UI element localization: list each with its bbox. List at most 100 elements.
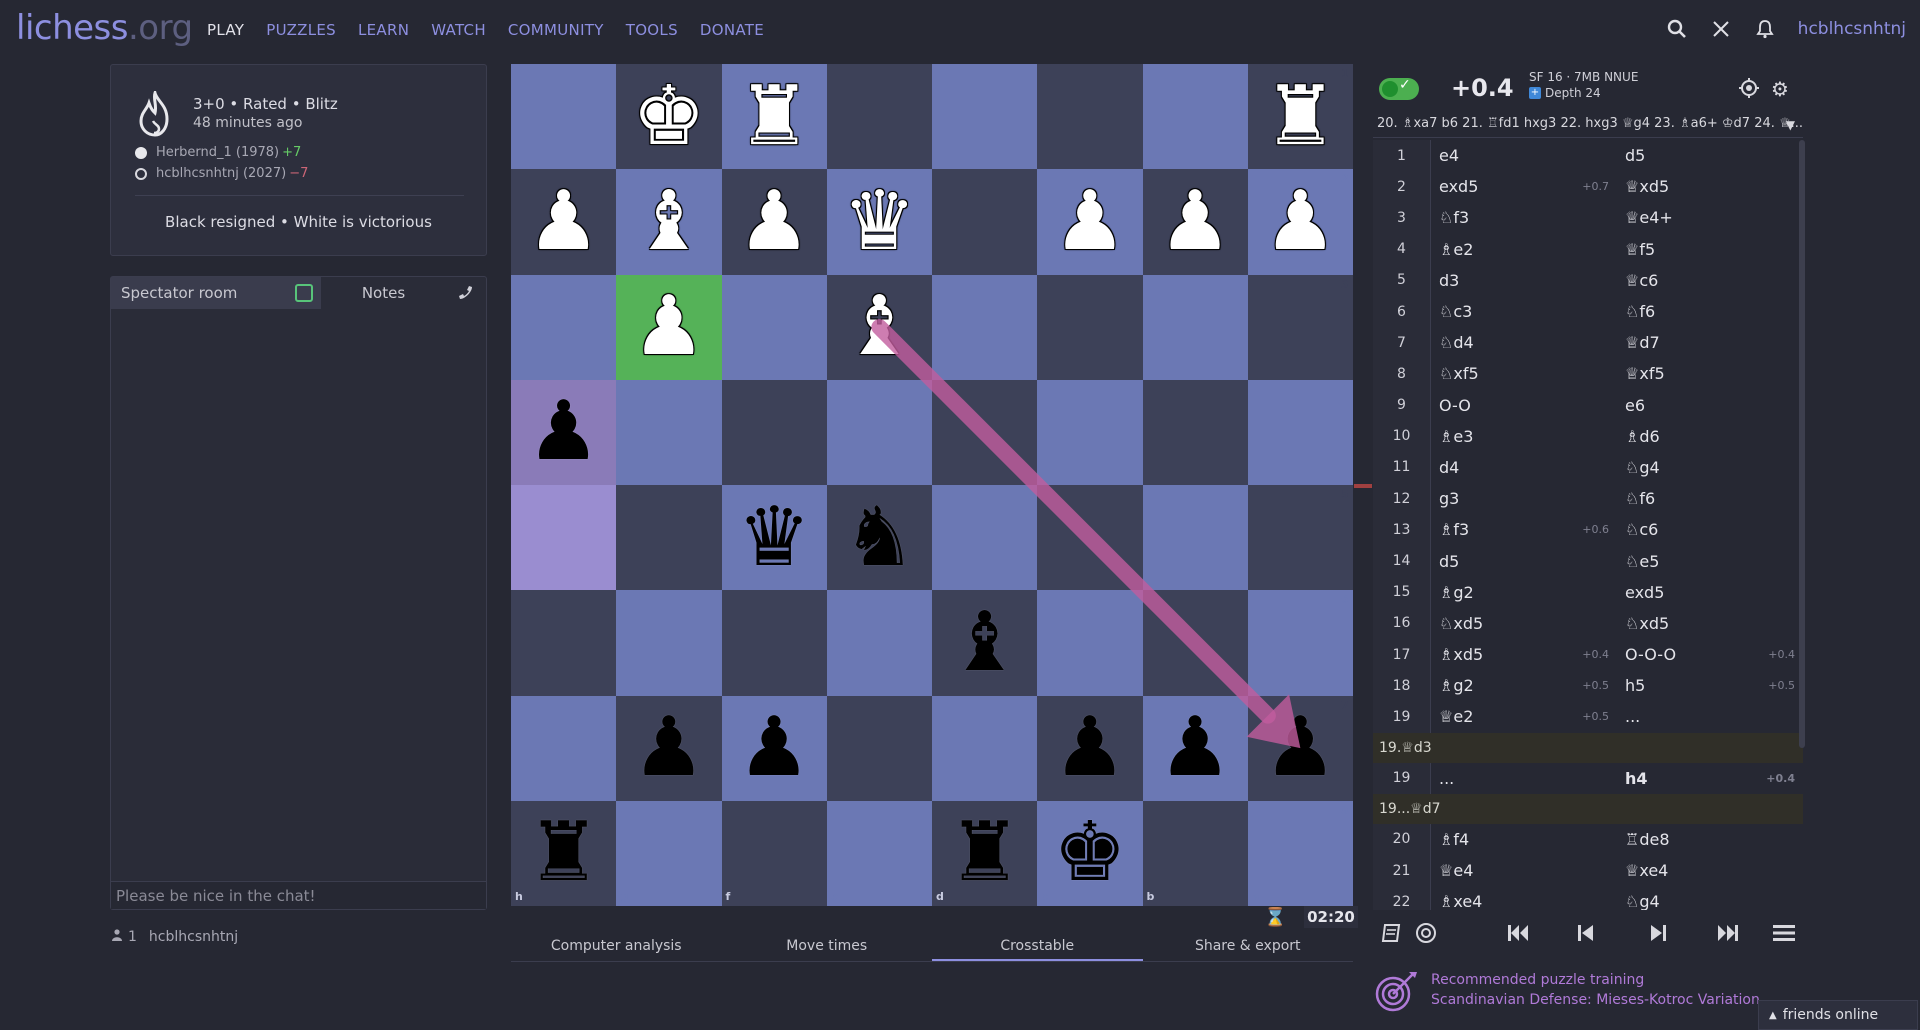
white-move[interactable]: ♘xd5 — [1431, 608, 1617, 639]
piece-c7[interactable]: ♟ — [1037, 696, 1142, 801]
white-move[interactable]: ♗e2 — [1431, 234, 1617, 265]
white-move[interactable]: d4 — [1431, 452, 1617, 483]
black-move[interactable]: ♘f6 — [1617, 483, 1803, 514]
square-h3[interactable] — [511, 274, 617, 380]
site-logo[interactable]: lichess.org — [16, 8, 193, 48]
piece-e2[interactable]: ♛ — [827, 169, 932, 274]
square-c4[interactable] — [1037, 379, 1143, 485]
black-player[interactable]: hcblhcsnhtnj (2027) −7 — [135, 166, 308, 181]
nav-item-learn[interactable]: LEARN — [358, 21, 409, 39]
square-b3[interactable] — [1142, 274, 1248, 380]
square-d4[interactable] — [932, 379, 1038, 485]
square-d5[interactable] — [932, 485, 1038, 591]
square-d7[interactable] — [932, 695, 1038, 801]
black-move[interactable]: ♘g4 — [1617, 452, 1803, 483]
prev-move-icon[interactable] — [1577, 924, 1595, 942]
puzzle-recommendation[interactable]: Recommended puzzle training Scandinavian… — [1373, 966, 1793, 1016]
piece-h8[interactable]: ♜ — [511, 801, 616, 906]
nav-item-watch[interactable]: WATCH — [431, 21, 486, 39]
piece-f7[interactable]: ♟ — [722, 696, 827, 801]
piece-a1[interactable]: ♜ — [1248, 64, 1353, 169]
black-player-name[interactable]: hcblhcsnhtnj (2027) — [156, 166, 286, 181]
piece-a7[interactable]: ♟ — [1248, 696, 1353, 801]
black-move[interactable]: ♘e5 — [1617, 545, 1803, 576]
black-move[interactable]: ♕xd5 — [1617, 171, 1803, 202]
principal-variation[interactable]: 20. ♗xa7 b6 21. ♖fd1 hxg3 22. hxg3 ♕g4 2… — [1373, 116, 1803, 138]
piece-h2[interactable]: ♟ — [511, 169, 616, 274]
gear-icon[interactable]: ⚙ — [1771, 77, 1789, 101]
white-move[interactable]: ♗xd5 +0.4 — [1431, 639, 1617, 670]
black-move[interactable]: ... — [1617, 701, 1803, 732]
piece-d8[interactable]: ♜ — [932, 801, 1037, 906]
square-e8[interactable] — [826, 800, 932, 906]
square-a4[interactable] — [1247, 379, 1353, 485]
black-move[interactable]: ♘xd5 — [1617, 608, 1803, 639]
white-move[interactable]: ... — [1431, 763, 1617, 794]
piece-d6[interactable]: ♝ — [932, 590, 1037, 695]
square-d1[interactable] — [932, 64, 1038, 170]
square-c1[interactable] — [1037, 64, 1143, 170]
piece-g2[interactable]: ♝ — [616, 169, 721, 274]
piece-g3[interactable]: ♟ — [616, 275, 721, 380]
nav-item-donate[interactable]: DONATE — [700, 21, 764, 39]
white-move[interactable]: ♕e2 +0.5 — [1431, 701, 1617, 732]
puzzle-subtitle[interactable]: Scandinavian Defense: Mieses-Kotroc Vari… — [1431, 992, 1760, 1008]
square-g6[interactable] — [616, 590, 722, 696]
black-move[interactable]: ♘c6 — [1617, 514, 1803, 545]
square-a6[interactable] — [1247, 590, 1353, 696]
tab-crosstable[interactable]: Crosstable — [932, 928, 1143, 961]
black-move[interactable]: ♕xe4 — [1617, 855, 1803, 886]
square-d3[interactable] — [932, 274, 1038, 380]
practice-target-icon[interactable] — [1415, 922, 1437, 944]
black-move[interactable]: ♘f6 — [1617, 296, 1803, 327]
piece-a2[interactable]: ♟ — [1248, 169, 1353, 274]
square-c3[interactable] — [1037, 274, 1143, 380]
phone-icon[interactable] — [446, 277, 486, 309]
bell-icon[interactable] — [1754, 18, 1776, 40]
piece-c8[interactable]: ♚ — [1037, 801, 1142, 906]
black-move[interactable]: h5 +0.5 — [1617, 670, 1803, 701]
white-move[interactable]: O-O — [1431, 390, 1617, 421]
square-g8[interactable] — [616, 800, 722, 906]
opening-book-icon[interactable] — [1381, 923, 1403, 943]
piece-b7[interactable]: ♟ — [1143, 696, 1248, 801]
square-h5[interactable] — [511, 485, 617, 591]
white-move[interactable]: ♗g2 — [1431, 577, 1617, 608]
white-move[interactable]: ♘xf5 — [1431, 358, 1617, 389]
puzzle-title[interactable]: Recommended puzzle training — [1431, 972, 1644, 988]
piece-e5[interactable]: ♞ — [827, 485, 932, 590]
square-f8[interactable] — [721, 800, 827, 906]
square-c6[interactable] — [1037, 590, 1143, 696]
square-f6[interactable] — [721, 590, 827, 696]
user-menu-link[interactable]: hcblhcsnhtnj — [1798, 19, 1906, 39]
white-move[interactable]: ♗e3 — [1431, 421, 1617, 452]
white-move[interactable]: ♘d4 — [1431, 327, 1617, 358]
black-move[interactable]: exd5 — [1617, 577, 1803, 608]
square-f3[interactable] — [721, 274, 827, 380]
square-a8[interactable] — [1247, 800, 1353, 906]
white-move[interactable]: ♕e4 — [1431, 855, 1617, 886]
white-move[interactable]: e4 — [1431, 140, 1617, 171]
square-d2[interactable] — [932, 169, 1038, 275]
white-move[interactable]: ♗f4 — [1431, 824, 1617, 855]
black-move[interactable]: d5 — [1617, 140, 1803, 171]
square-b4[interactable] — [1142, 379, 1248, 485]
move-list-scrollbar[interactable] — [1799, 140, 1805, 748]
piece-b2[interactable]: ♟ — [1143, 169, 1248, 274]
tab-spectator-room[interactable]: Spectator room — [111, 277, 321, 309]
black-move[interactable]: ♘g4 — [1617, 886, 1803, 910]
chat-toggle-checkbox[interactable] — [295, 284, 313, 302]
square-e1[interactable] — [826, 64, 932, 170]
square-h1[interactable] — [511, 64, 617, 170]
piece-f2[interactable]: ♟ — [722, 169, 827, 274]
square-a3[interactable] — [1247, 274, 1353, 380]
black-move[interactable]: h4 +0.4 — [1617, 763, 1803, 794]
piece-c2[interactable]: ♟ — [1037, 169, 1142, 274]
square-g4[interactable] — [616, 379, 722, 485]
white-move[interactable]: ♗g2 +0.5 — [1431, 670, 1617, 701]
piece-h4[interactable]: ♟ — [511, 380, 616, 485]
square-h6[interactable] — [511, 590, 617, 696]
black-move[interactable]: ♕f5 — [1617, 234, 1803, 265]
square-e6[interactable] — [826, 590, 932, 696]
piece-e3[interactable]: ♝ — [827, 275, 932, 380]
